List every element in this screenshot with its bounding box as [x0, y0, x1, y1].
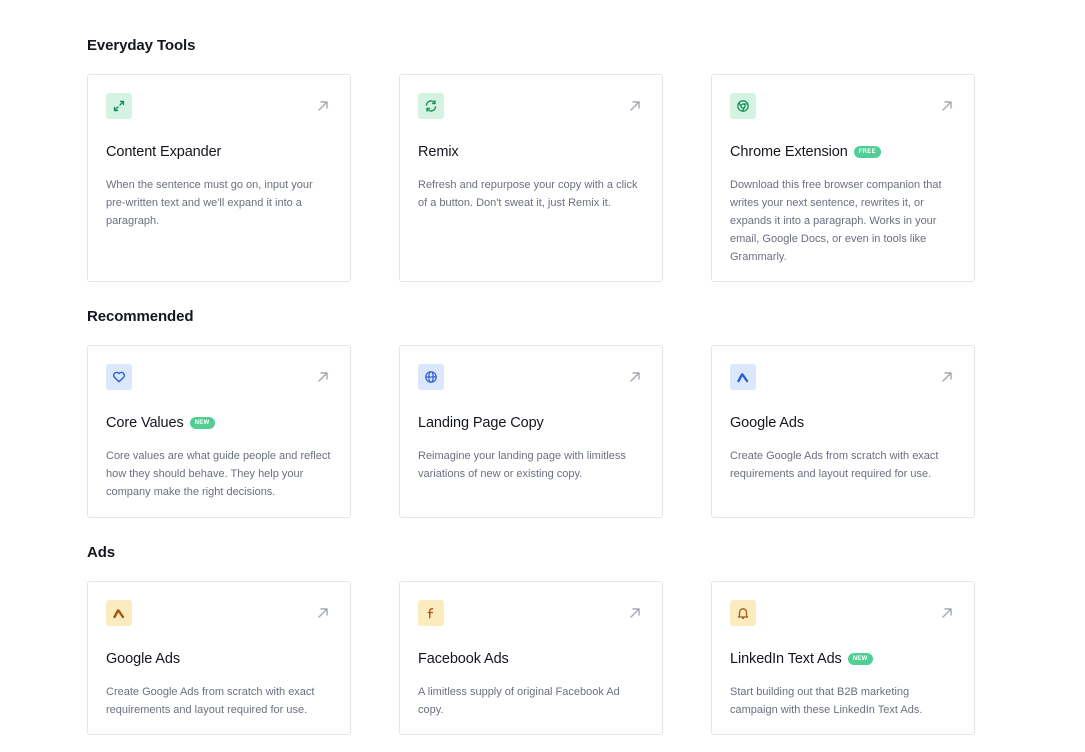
card-description: Refresh and repurpose your copy with a c…: [418, 179, 638, 209]
card-description: Create Google Ads from scratch with exac…: [730, 450, 939, 480]
section-title-ads: Ads: [87, 544, 116, 561]
open-arrow-icon: [940, 370, 954, 384]
card-title: Chrome Extension: [730, 144, 848, 160]
open-arrow-icon: [940, 99, 954, 113]
open-arrow-icon: [628, 99, 642, 113]
globe-icon: [418, 364, 444, 390]
tool-card-google-ads[interactable]: Google Ads Create Google Ads from scratc…: [87, 581, 351, 735]
free-badge: FREE: [853, 146, 881, 158]
tool-card-landing-page-copy[interactable]: Landing Page Copy Reimagine your landing…: [399, 345, 663, 518]
open-arrow-icon: [316, 606, 330, 620]
open-arrow-icon: [316, 370, 330, 384]
card-description: When the sentence must go on, input your…: [106, 179, 313, 227]
open-arrow-icon: [628, 606, 642, 620]
card-description: Download this free browser companion tha…: [730, 179, 942, 263]
card-title: Landing Page Copy: [418, 415, 544, 431]
new-badge: NEW: [189, 417, 215, 429]
card-title: Remix: [418, 144, 459, 160]
google-ads-icon: [730, 364, 756, 390]
open-arrow-icon: [628, 370, 642, 384]
tool-card-remix[interactable]: Remix Refresh and repurpose your copy wi…: [399, 74, 663, 282]
card-title: Content Expander: [106, 144, 222, 160]
tool-card-facebook-ads[interactable]: Facebook Ads A limitless supply of origi…: [399, 581, 663, 735]
bell-icon: [730, 600, 756, 626]
open-arrow-icon: [316, 99, 330, 113]
card-title: Facebook Ads: [418, 651, 509, 667]
new-badge: NEW: [847, 653, 873, 665]
tool-card-core-values[interactable]: Core Values NEW Core values are what gui…: [87, 345, 351, 518]
card-title: Google Ads: [730, 415, 804, 431]
card-description: Start building out that B2B marketing ca…: [730, 686, 923, 716]
tool-card-google-ads[interactable]: Google Ads Create Google Ads from scratc…: [711, 345, 975, 518]
refresh-icon: [418, 93, 444, 119]
card-title: Google Ads: [106, 651, 180, 667]
card-description: Core values are what guide people and re…: [106, 450, 331, 498]
card-description: Reimagine your landing page with limitle…: [418, 450, 626, 480]
tool-card-content-expander[interactable]: Content Expander When the sentence must …: [87, 74, 351, 282]
card-description: A limitless supply of original Facebook …: [418, 686, 620, 716]
chrome-icon: [730, 93, 756, 119]
open-arrow-icon: [940, 606, 954, 620]
card-title: Core Values: [106, 415, 184, 431]
tool-card-linkedin-text-ads[interactable]: LinkedIn Text Ads NEW Start building out…: [711, 581, 975, 735]
tool-card-chrome-extension[interactable]: Chrome Extension FREE Download this free…: [711, 74, 975, 282]
expand-icon: [106, 93, 132, 119]
facebook-icon: [418, 600, 444, 626]
section-title-recommended: Recommended: [87, 308, 194, 325]
section-title-everyday-tools: Everyday Tools: [87, 37, 196, 54]
google-ads-icon: [106, 600, 132, 626]
card-title: LinkedIn Text Ads: [730, 651, 842, 667]
card-description: Create Google Ads from scratch with exac…: [106, 686, 315, 716]
heart-icon: [106, 364, 132, 390]
